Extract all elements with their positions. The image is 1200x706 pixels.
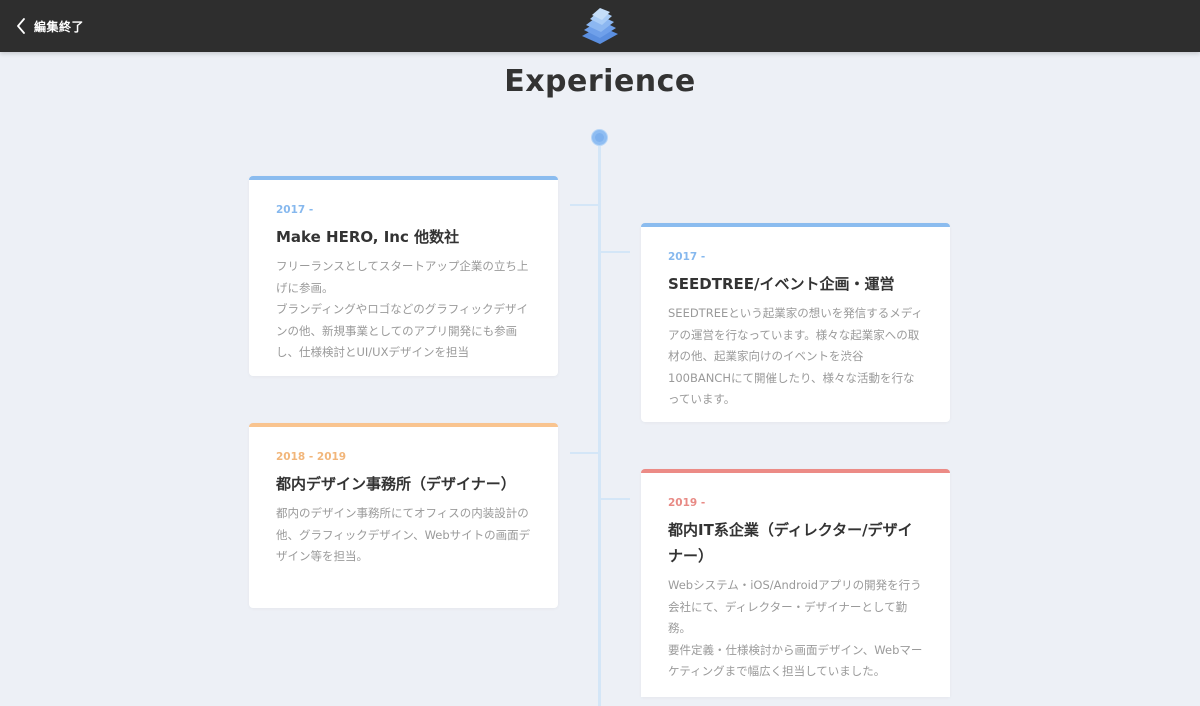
top-bar: 編集終了 bbox=[0, 0, 1200, 52]
experience-description: フリーランスとしてスタートアップ企業の立ち上げに参画。 ブランディングやロゴなど… bbox=[276, 259, 529, 359]
experience-title: SEEDTREE/イベント企画・運営 bbox=[668, 275, 895, 293]
experience-description: Webシステム・iOS/Androidアプリの開発を行う会社にて、ディレクター・… bbox=[668, 578, 923, 678]
experience-description: 都内のデザイン事務所にてオフィスの内装設計の他、グラフィックデザイン、Webサイ… bbox=[276, 506, 531, 563]
experience-title: 都内デザイン事務所（デザイナー） bbox=[276, 475, 516, 493]
timeline-start-dot bbox=[591, 129, 608, 146]
experience-period: 2017 - bbox=[668, 251, 706, 263]
timeline-connector bbox=[570, 204, 600, 206]
chevron-left-icon bbox=[17, 18, 25, 34]
experience-card[interactable]: 2017 - SEEDTREE/イベント企画・運営 SEEDTREEという起業家… bbox=[641, 223, 950, 422]
stacked-pages-logo-icon[interactable] bbox=[578, 6, 622, 46]
experience-card[interactable]: 2019 - 都内IT系企業（ディレクター/デザイナー） Webシステム・iOS… bbox=[641, 469, 950, 697]
timeline-connector bbox=[570, 452, 600, 454]
experience-period: 2018 - 2019 bbox=[276, 451, 347, 463]
experience-title: Make HERO, Inc 他数社 bbox=[276, 228, 460, 246]
back-button[interactable]: 編集終了 bbox=[16, 14, 84, 38]
back-button-label: 編集終了 bbox=[34, 19, 85, 34]
experience-period: 2019 - bbox=[668, 497, 706, 509]
page-title: Experience bbox=[504, 64, 696, 99]
timeline-line bbox=[598, 146, 601, 706]
timeline-connector bbox=[600, 251, 630, 253]
experience-card[interactable]: 2017 - Make HERO, Inc 他数社 フリーランスとしてスタートア… bbox=[249, 176, 558, 376]
timeline-connector bbox=[600, 498, 630, 500]
experience-period: 2017 - bbox=[276, 204, 314, 216]
experience-title: 都内IT系企業（ディレクター/デザイナー） bbox=[668, 521, 913, 565]
experience-description: SEEDTREEという起業家の想いを発信するメディアの運営を行なっています。様々… bbox=[668, 306, 923, 406]
experience-card[interactable]: 2018 - 2019 都内デザイン事務所（デザイナー） 都内のデザイン事務所に… bbox=[249, 423, 558, 608]
